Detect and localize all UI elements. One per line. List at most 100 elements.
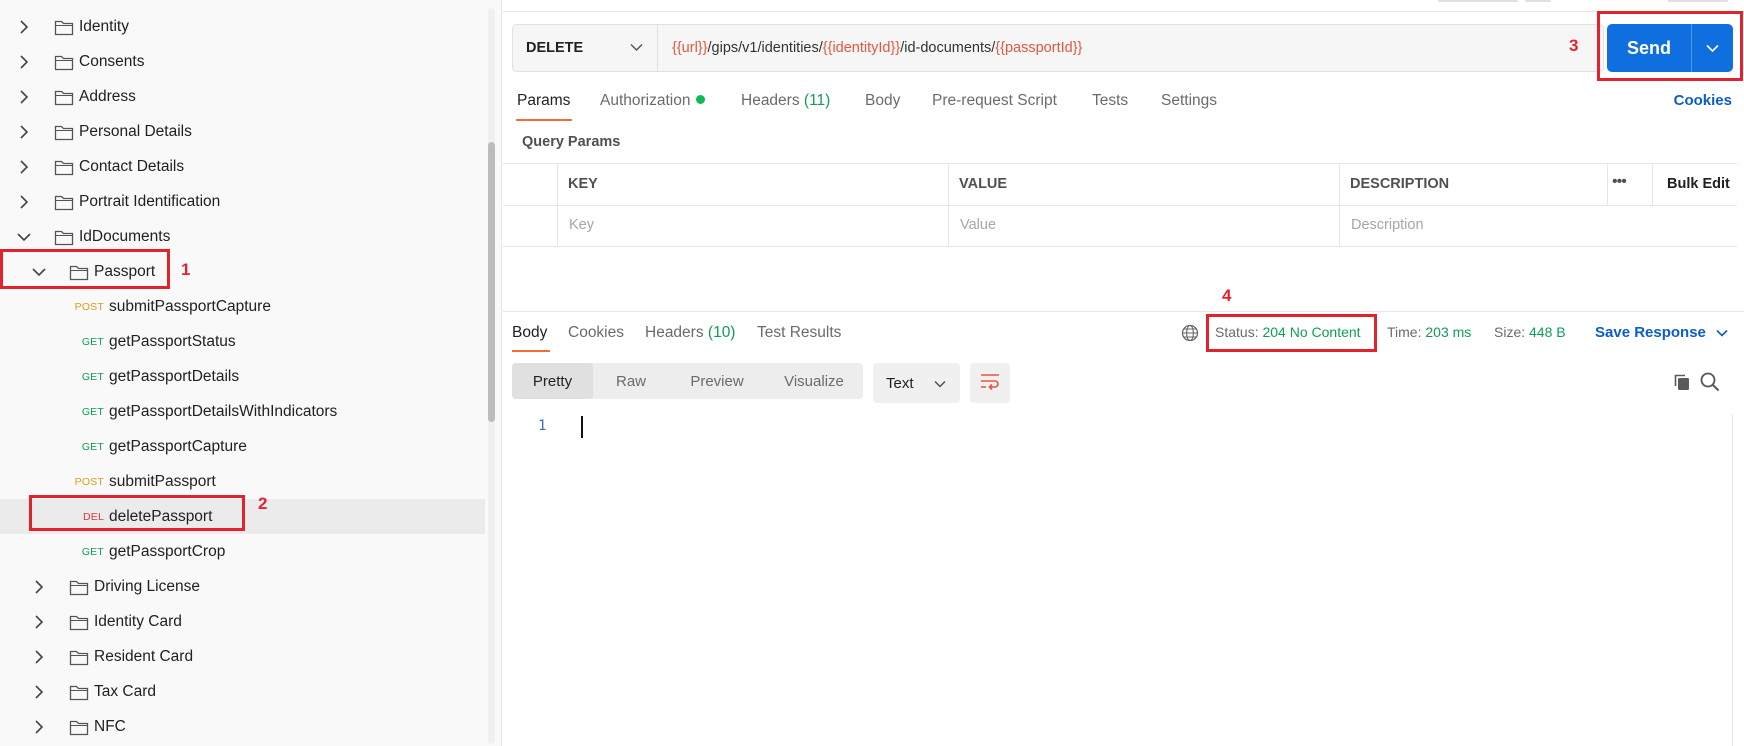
- top-divider: [503, 0, 1744, 12]
- format-tab-pretty[interactable]: Pretty: [512, 363, 593, 399]
- annotation-number: 1: [181, 260, 191, 279]
- description-input[interactable]: Description: [1351, 217, 1424, 233]
- column-header-value: VALUE: [959, 176, 1008, 192]
- chevron-right-icon[interactable]: [16, 194, 32, 210]
- request-item-label: getPassportDetailsWithIndicators: [109, 402, 338, 420]
- wrap-lines-button[interactable]: [970, 363, 1010, 403]
- chevron-down-icon[interactable]: [16, 229, 32, 245]
- globe-icon[interactable]: [1181, 324, 1199, 342]
- tree-item-consents[interactable]: Consents: [0, 44, 485, 79]
- request-item-submitpassportcapture[interactable]: POST submitPassportCapture: [0, 289, 485, 324]
- annotation-box-passport: [0, 249, 170, 289]
- query-params-table: KEY VALUE DESCRIPTION ••• Bulk Edit Key …: [503, 163, 1737, 247]
- tree-item-personal-details[interactable]: Personal Details: [0, 114, 485, 149]
- tab-response-body[interactable]: Body: [512, 324, 547, 342]
- response-divider[interactable]: [503, 311, 1744, 312]
- request-item-label: getPassportCapture: [109, 437, 247, 455]
- method-select-value: DELETE: [526, 40, 584, 56]
- url-input[interactable]: {{url}} /gips/v1/identities/ {{identityI…: [658, 40, 1082, 56]
- request-item-label: getPassportStatus: [109, 332, 236, 350]
- bulk-edit-button[interactable]: Bulk Edit: [1667, 176, 1730, 192]
- chevron-right-icon[interactable]: [31, 719, 47, 735]
- copy-icon[interactable]: [1672, 372, 1692, 396]
- request-item-getpassportcrop[interactable]: GET getPassportCrop: [0, 534, 485, 569]
- tab-pre-request-script[interactable]: Pre-request Script: [932, 92, 1057, 110]
- tree-item-label: Identity Card: [94, 612, 182, 630]
- response-format-tabs: Pretty Raw Preview Visualize: [512, 363, 863, 399]
- tab-authorization[interactable]: Authorization: [600, 92, 706, 110]
- tree-item-label: IdDocuments: [79, 227, 171, 245]
- chevron-right-icon[interactable]: [31, 614, 47, 630]
- chevron-right-icon[interactable]: [31, 649, 47, 665]
- tree-item-nfc[interactable]: NFC: [0, 709, 485, 744]
- method-select[interactable]: DELETE: [513, 25, 658, 71]
- tree-item-identity[interactable]: Identity: [0, 9, 485, 44]
- tree-item-resident-card[interactable]: Resident Card: [0, 639, 485, 674]
- request-item-getpassportdetailswithindicators[interactable]: GET getPassportDetailsWithIndicators: [0, 394, 485, 429]
- chevron-right-icon[interactable]: [16, 124, 32, 140]
- tab-params[interactable]: Params: [517, 92, 570, 110]
- annotation-box-send: [1597, 11, 1743, 81]
- tree-item-address[interactable]: Address: [0, 79, 485, 114]
- tab-body[interactable]: Body: [865, 92, 900, 110]
- folder-icon: [54, 193, 74, 211]
- chevron-right-icon[interactable]: [16, 159, 32, 175]
- tab-label: Authorization: [600, 92, 691, 109]
- tab-response-headers[interactable]: Headers (10): [645, 324, 735, 342]
- chevron-right-icon[interactable]: [16, 19, 32, 35]
- chevron-right-icon[interactable]: [16, 89, 32, 105]
- folder-icon: [54, 88, 74, 106]
- request-item-getpassportcapture[interactable]: GET getPassportCapture: [0, 429, 485, 464]
- request-item-getpassportstatus[interactable]: GET getPassportStatus: [0, 324, 485, 359]
- column-header-description: DESCRIPTION: [1350, 176, 1450, 192]
- tab-headers[interactable]: Headers (11): [741, 92, 830, 110]
- tree-item-driving-license[interactable]: Driving License: [0, 569, 485, 604]
- response-body-editor[interactable]: 1: [503, 414, 1733, 746]
- method-badge: GET: [81, 370, 104, 383]
- tree-item-label: Portrait Identification: [79, 192, 221, 210]
- format-tab-visualize[interactable]: Visualize: [765, 363, 863, 399]
- tree-item-label: Contact Details: [79, 157, 185, 175]
- tree-item-label: Identity: [79, 17, 129, 35]
- save-response-button[interactable]: Save Response: [1595, 324, 1728, 341]
- search-icon[interactable]: [1699, 371, 1721, 397]
- chevron-right-icon[interactable]: [31, 684, 47, 700]
- status-dot-icon: [696, 95, 706, 104]
- query-params-heading: Query Params: [522, 134, 621, 150]
- key-input[interactable]: Key: [569, 217, 594, 233]
- chevron-right-icon[interactable]: [31, 579, 47, 595]
- tab-response-cookies[interactable]: Cookies: [568, 324, 624, 342]
- folder-icon: [69, 683, 89, 701]
- more-options-icon[interactable]: •••: [1612, 173, 1627, 191]
- folder-icon: [69, 613, 89, 631]
- tree-item-label: NFC: [94, 717, 126, 735]
- folder-icon: [69, 718, 89, 736]
- sidebar-scrollbar-thumb[interactable]: [488, 142, 495, 422]
- value-input[interactable]: Value: [960, 217, 996, 233]
- folder-icon: [69, 648, 89, 666]
- url-variable: {{identityId}}: [822, 40, 901, 56]
- tree-item-label: Consents: [79, 52, 145, 70]
- chevron-right-icon[interactable]: [16, 54, 32, 70]
- request-item-submitpassport[interactable]: POST submitPassport: [0, 464, 485, 499]
- format-tab-preview[interactable]: Preview: [669, 363, 765, 399]
- top-stub: [1668, 0, 1728, 2]
- request-item-getpassportdetails[interactable]: GET getPassportDetails: [0, 359, 485, 394]
- tree-item-label: Driving License: [94, 577, 200, 595]
- tree-item-tax-card[interactable]: Tax Card: [0, 674, 485, 709]
- active-tab-indicator: [512, 350, 550, 352]
- annotation-number: 3: [1569, 36, 1579, 55]
- tab-test-results[interactable]: Test Results: [757, 324, 841, 342]
- tree-item-label: Personal Details: [79, 122, 192, 140]
- text-format-select[interactable]: Text: [873, 363, 960, 403]
- format-tab-raw[interactable]: Raw: [593, 363, 669, 399]
- tree-item-portrait-identification[interactable]: Portrait Identification: [0, 184, 485, 219]
- tree-item-contact-details[interactable]: Contact Details: [0, 149, 485, 184]
- tab-tests[interactable]: Tests: [1092, 92, 1128, 110]
- chevron-down-icon: [630, 40, 643, 56]
- method-badge: GET: [81, 440, 104, 453]
- tree-item-identity-card[interactable]: Identity Card: [0, 604, 485, 639]
- cookies-link[interactable]: Cookies: [1674, 92, 1732, 109]
- table-line: [1339, 163, 1340, 247]
- tab-settings[interactable]: Settings: [1161, 92, 1217, 110]
